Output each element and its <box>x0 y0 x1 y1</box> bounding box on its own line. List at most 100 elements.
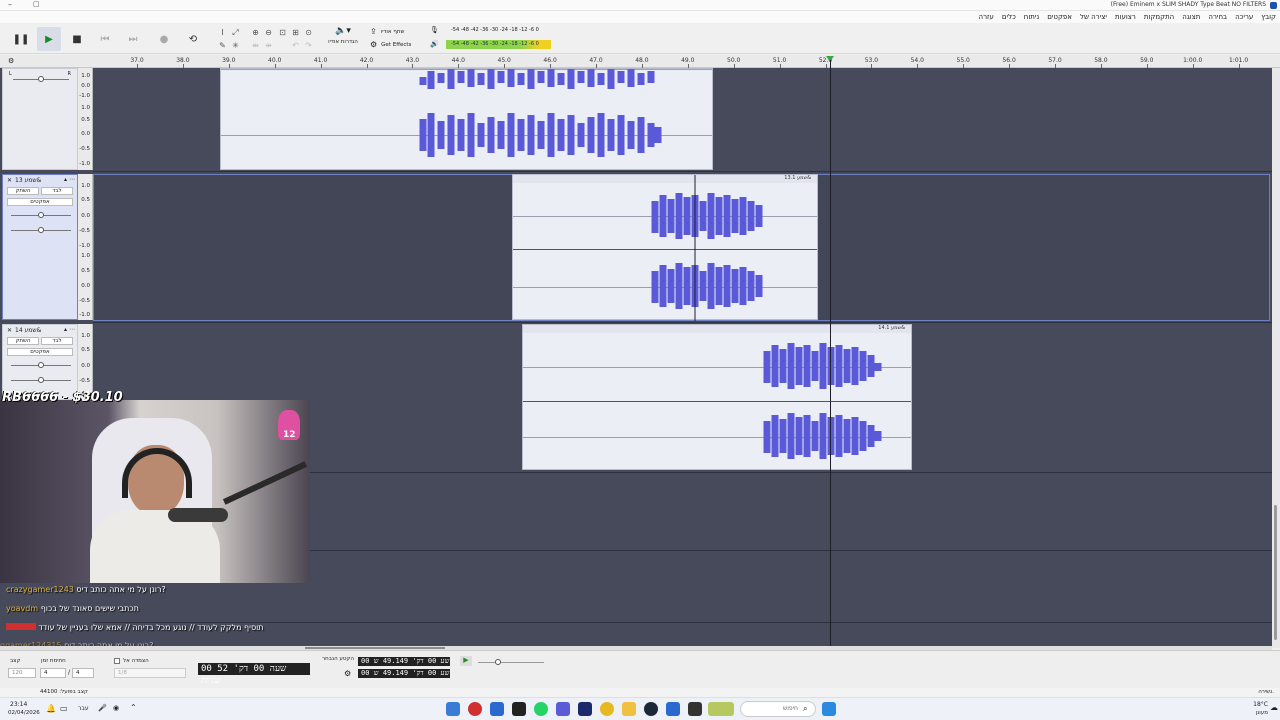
mute-button[interactable]: השתק <box>7 337 39 345</box>
close-track-icon[interactable]: ✕ <box>7 327 12 334</box>
play-button[interactable]: ▶ <box>37 27 61 51</box>
time-signature-numerator[interactable]: 4 <box>40 668 66 678</box>
collapse-icon[interactable]: ▴ <box>64 176 67 183</box>
envelope-tool-icon[interactable]: ⤢ <box>230 27 241 38</box>
menu-analyze[interactable]: ניתוח <box>1024 13 1039 21</box>
menu-transport[interactable]: התקמקות <box>1144 13 1174 21</box>
record-meter[interactable]: 🎙 -54 -48 -42 -36 -30 -24 -18 -12 -6 0 <box>430 26 560 36</box>
timeline-settings-icon[interactable]: ⚙ <box>8 57 14 65</box>
restore-icon[interactable]: ▢ <box>33 0 40 8</box>
audio-clip-13[interactable]: שמע 13.1& <box>512 174 818 321</box>
snap-select[interactable]: 1/8 <box>114 668 186 678</box>
close-track-icon[interactable]: ✕ <box>7 177 12 184</box>
audio-clip-12[interactable] <box>220 68 713 170</box>
menu-file[interactable]: קובץ <box>1261 13 1276 21</box>
selection-end[interactable]: 00 שע 00 דק' 49.149 ש <box>358 669 450 678</box>
app-icon-12[interactable] <box>688 702 702 716</box>
time-display[interactable]: 00 שעה 00 דק' 52 שניות <box>198 663 310 686</box>
playback-speed-thumb[interactable] <box>495 659 501 665</box>
pan-slider-thumb[interactable] <box>38 76 44 82</box>
selection-settings-icon[interactable]: ⚙ <box>344 669 351 678</box>
skip-end-button[interactable]: ⏭ <box>121 27 145 51</box>
snap-checkbox[interactable] <box>114 658 120 664</box>
tempo-input[interactable]: 120 <box>8 668 36 678</box>
track-panel-12[interactable]: L R <box>2 68 78 170</box>
app-icon-4[interactable] <box>512 702 526 716</box>
track-name[interactable]: שמע 14& <box>15 327 41 334</box>
gain-slider-thumb[interactable] <box>38 362 44 368</box>
menu-select[interactable]: בחירה <box>1208 13 1227 21</box>
zoom-out-icon[interactable]: ⊖ <box>263 27 274 38</box>
track-panel-13[interactable]: ✕ שמע 13& ▴ ⋯ השתק לבד אפקטים <box>2 174 78 320</box>
track-panel-14[interactable]: ✕ שמע 14& ▴ ⋯ השתק לבד אפקטים <box>2 324 78 400</box>
vertical-scrollbar-thumb[interactable] <box>1274 505 1277 640</box>
display-icon[interactable]: ▭ <box>60 704 68 713</box>
language-indicator[interactable]: עבר <box>78 705 89 712</box>
multi-tool-icon[interactable]: ✳ <box>230 40 241 51</box>
pause-button[interactable]: ❚❚ <box>9 27 33 51</box>
get-effects-button[interactable]: ⚙ Get Effects <box>370 39 418 50</box>
windows-start-icon[interactable] <box>822 702 836 716</box>
gain-slider-thumb[interactable] <box>38 212 44 218</box>
audio-clip-14[interactable]: שמע 14.1& <box>522 324 912 470</box>
search-box[interactable]: חיפוש ⌕ <box>740 701 816 717</box>
zoom-in-icon[interactable]: ⊕ <box>250 27 261 38</box>
app-icon-6[interactable] <box>556 702 570 716</box>
menu-tracks[interactable]: רצועות <box>1115 13 1136 21</box>
effects-button[interactable]: אפקטים <box>7 348 73 356</box>
track-name[interactable]: שמע 13& <box>15 177 41 184</box>
timeline-ruler[interactable]: ⚙ 37.0 38.0 39.0 40.0 41.0 42.0 43.0 44.0 45.0 46… <box>0 55 1280 68</box>
file-explorer-icon[interactable] <box>622 702 636 716</box>
app-icon-2[interactable] <box>468 702 482 716</box>
menu-view[interactable]: תצוגה <box>1182 13 1200 21</box>
chrome-icon[interactable] <box>600 702 614 716</box>
minimize-icon[interactable]: – <box>8 0 12 9</box>
zoom-toggle-icon[interactable]: ⊙ <box>303 27 314 38</box>
loop-button[interactable]: ⟲ <box>181 27 205 51</box>
weather-desc[interactable]: מעונן <box>1256 710 1268 716</box>
notification-icon[interactable]: 🔔 <box>46 704 56 713</box>
weather-temp[interactable]: 18°C <box>1253 701 1268 708</box>
mute-button[interactable]: השתק <box>7 187 39 195</box>
fit-selection-icon[interactable]: ⊡ <box>277 27 288 38</box>
whatsapp-icon[interactable] <box>534 702 548 716</box>
selection-tool-icon[interactable]: I <box>217 27 228 38</box>
app-icon-7[interactable] <box>578 702 592 716</box>
menu-edit[interactable]: עריכה <box>1235 13 1253 21</box>
skip-start-button[interactable]: ⏮ <box>93 27 117 51</box>
menu-effects[interactable]: אפקטים <box>1047 13 1072 21</box>
collapse-icon[interactable]: ▴ <box>64 326 67 333</box>
play-at-speed-icon[interactable]: ▶ <box>460 656 472 666</box>
playback-speed-slider[interactable] <box>478 662 544 663</box>
pan-slider-thumb[interactable] <box>38 227 44 233</box>
menu-help[interactable]: עזרה <box>979 13 994 21</box>
audio-setup-button[interactable]: 🔈▾ הגדרות אודיו <box>326 26 360 52</box>
trim-icon[interactable]: ⇹ <box>250 40 261 51</box>
track-menu-icon[interactable]: ⋯ <box>69 176 75 183</box>
clock-time[interactable]: 23:14 <box>10 701 27 708</box>
redo-icon[interactable]: ↷ <box>303 40 314 51</box>
fit-project-icon[interactable]: ⊞ <box>290 27 301 38</box>
tray-app-icon[interactable]: ◉ <box>113 704 119 712</box>
horizontal-scrollbar-thumb[interactable] <box>305 647 445 649</box>
effects-button[interactable]: אפקטים <box>7 198 73 206</box>
silence-icon[interactable]: ⇻ <box>263 40 274 51</box>
record-button[interactable]: ● <box>152 27 176 51</box>
mic-tray-icon[interactable]: 🎤 <box>98 704 107 712</box>
tray-expand-icon[interactable]: ⌃ <box>130 703 137 712</box>
draw-tool-icon[interactable]: ✎ <box>217 40 228 51</box>
app-icon-1[interactable] <box>446 702 460 716</box>
solo-button[interactable]: לבד <box>41 337 73 345</box>
app-icon-3[interactable] <box>490 702 504 716</box>
steam-icon[interactable] <box>644 702 658 716</box>
search-widget-image[interactable] <box>708 702 734 716</box>
menu-tools[interactable]: כלים <box>1002 13 1016 21</box>
selection-start[interactable]: 00 שע 00 דק' 49.149 ש <box>358 657 450 666</box>
share-audio-button[interactable]: ⇪ שתף אודיו <box>370 26 418 37</box>
playback-meter[interactable]: 🔊 -54 -48 -42 -36 -30 -24 -18 -12 -6 0 <box>430 39 565 51</box>
stop-button[interactable]: ■ <box>65 27 89 51</box>
solo-button[interactable]: לבד <box>41 187 73 195</box>
clock-date[interactable]: 02/04/2026 <box>8 710 40 716</box>
pan-slider-thumb[interactable] <box>38 377 44 383</box>
menu-generate[interactable]: יצירה של <box>1080 13 1107 21</box>
